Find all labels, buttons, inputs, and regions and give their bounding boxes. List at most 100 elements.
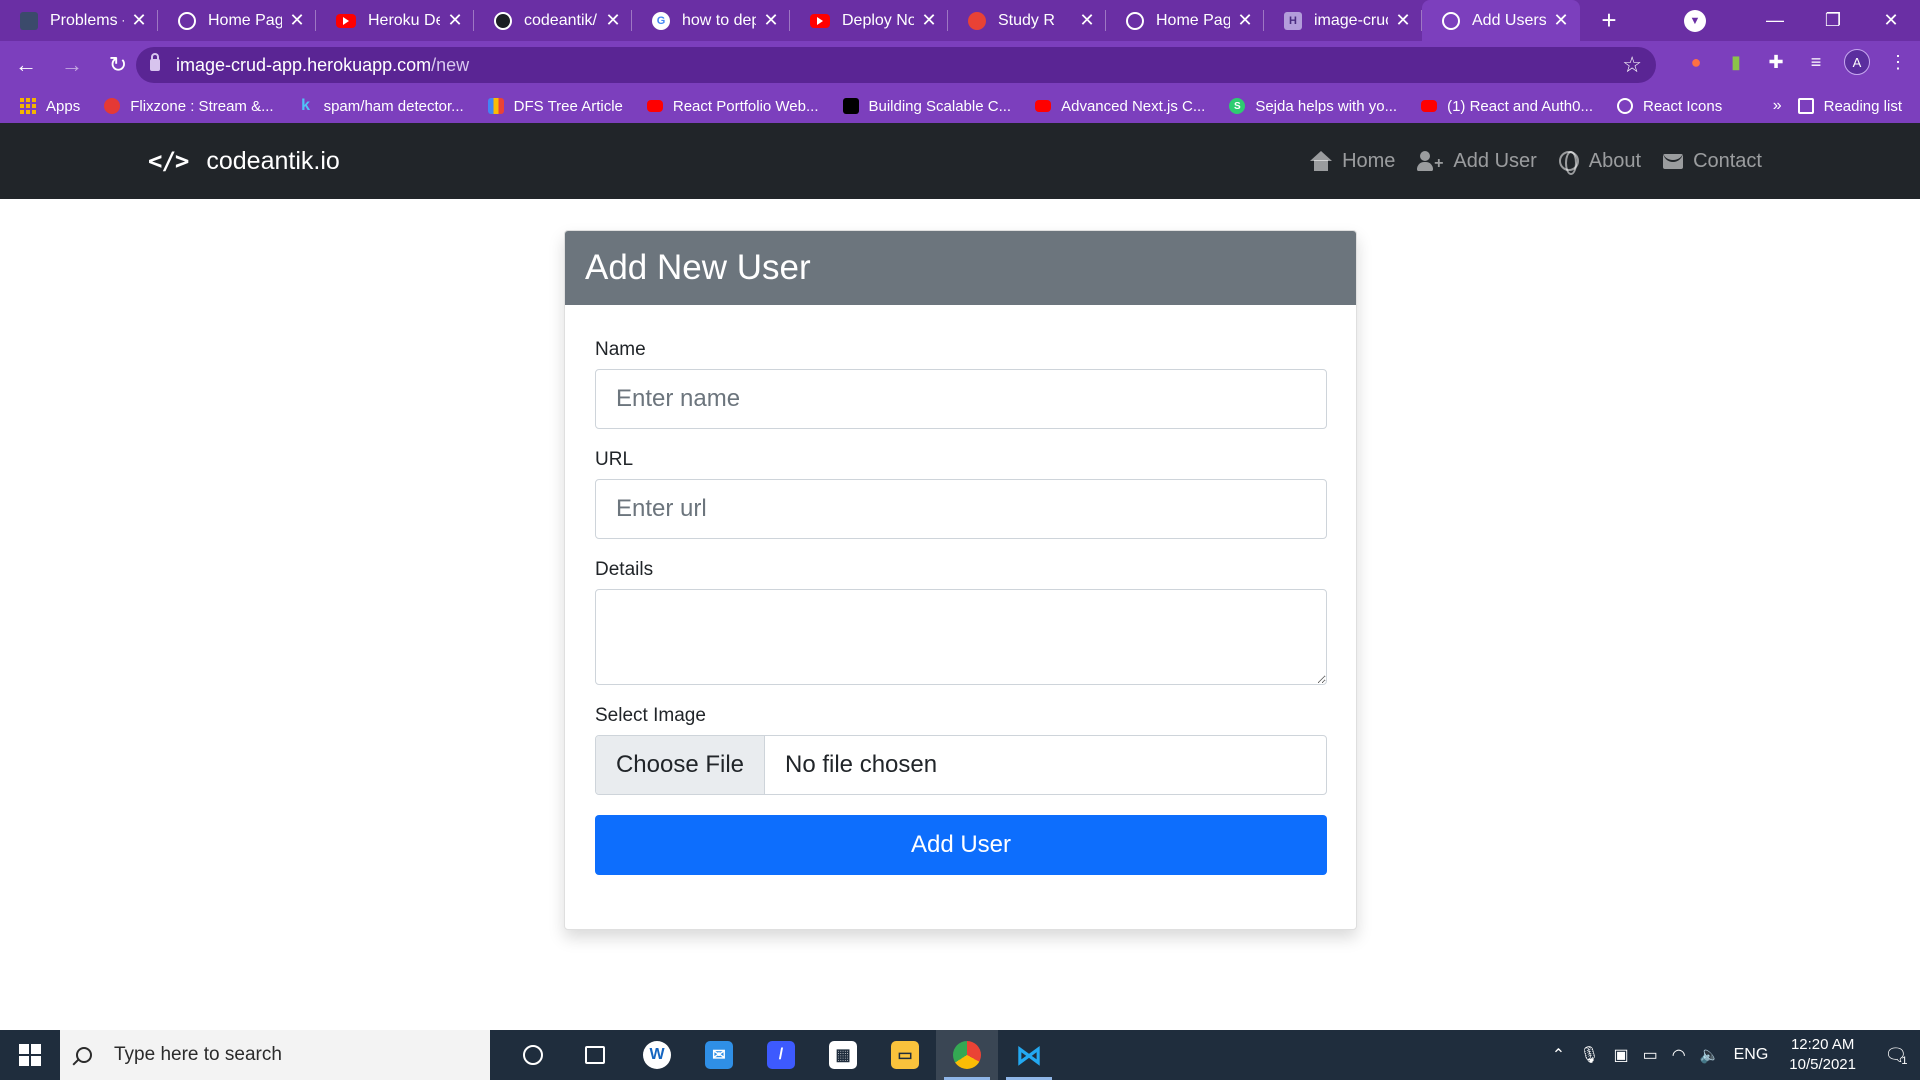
bookmark-item[interactable]: S Sejda helps with yo... [1229, 98, 1397, 115]
start-button[interactable] [0, 1030, 60, 1080]
puzzle-icon[interactable]: ✚ [1764, 50, 1788, 74]
cortana-button[interactable] [502, 1030, 564, 1080]
extension-color-icon[interactable]: ● [1684, 50, 1708, 74]
close-tab-icon[interactable]: ✕ [1552, 10, 1570, 31]
reload-button[interactable]: ↻ [98, 45, 138, 85]
task-view-button[interactable] [564, 1030, 626, 1080]
menu-kebab-icon[interactable]: ⋮ [1886, 50, 1910, 74]
close-tab-icon[interactable]: ✕ [1078, 10, 1096, 31]
tab-title: Home Page [208, 11, 282, 29]
battery-icon[interactable]: ▭ [1643, 1045, 1658, 1065]
app-tray-icon[interactable]: ▣ [1613, 1045, 1628, 1065]
browser-tab[interactable]: Deploy Noc ✕ [790, 0, 948, 41]
bookmark-label: Advanced Next.js C... [1061, 97, 1206, 115]
brand-link[interactable]: </> codeantik.io [148, 123, 340, 199]
notification-button[interactable]: 🗨 1 [1872, 1030, 1920, 1080]
bookmark-item[interactable]: Flixzone : Stream &... [104, 97, 274, 115]
notification-count: 1 [1901, 1055, 1908, 1067]
mail-icon: ✉ [705, 1041, 733, 1069]
user-plus-icon [1417, 151, 1443, 173]
browser-tab[interactable]: H image-cruc ✕ [1264, 0, 1422, 41]
sejda-icon: S [1229, 98, 1246, 114]
browser-tab[interactable]: Heroku Dep ✕ [316, 0, 474, 41]
details-textarea[interactable] [595, 589, 1327, 685]
bookmark-item[interactable]: DFS Tree Article [487, 98, 623, 115]
browser-tab[interactable]: Problems - ✕ [0, 0, 158, 41]
youtube-icon [336, 13, 356, 28]
add-user-button[interactable]: Add User [595, 815, 1327, 875]
avatar[interactable]: A [1844, 49, 1870, 75]
youtube-icon [646, 100, 663, 112]
close-tab-icon[interactable]: ✕ [1236, 10, 1254, 31]
chrome-icon [953, 1041, 981, 1069]
back-button[interactable]: ← [6, 45, 46, 85]
language-indicator[interactable]: ENG [1734, 1046, 1769, 1064]
nav-link-add-user[interactable]: Add User [1417, 150, 1537, 173]
bookmark-item[interactable]: Advanced Next.js C... [1035, 98, 1205, 115]
microphone-icon[interactable]: 🎙 [1579, 1045, 1599, 1065]
name-input[interactable] [595, 369, 1327, 429]
bookmark-item[interactable]: React Icons [1617, 98, 1722, 115]
browser-tab-strip: Problems - ✕ Home Page ✕ Heroku Dep ✕ co… [0, 0, 1920, 41]
close-tab-icon[interactable]: ✕ [920, 10, 938, 31]
lock-icon[interactable] [150, 53, 160, 71]
taskbar-app-mail[interactable]: ✉ [688, 1030, 750, 1080]
close-tab-icon[interactable]: ✕ [446, 10, 464, 31]
google-icon: G [652, 11, 670, 30]
close-tab-icon[interactable]: ✕ [1394, 10, 1412, 31]
taskbar-app-vscode[interactable]: ⋈ [998, 1030, 1060, 1080]
bookmark-label: Flixzone : Stream &... [130, 97, 274, 115]
globe-icon [1617, 98, 1633, 114]
browser-tab[interactable]: Study R ✕ [948, 0, 1106, 41]
youtube-icon [810, 13, 830, 28]
reading-list-button[interactable]: Reading list [1797, 98, 1902, 115]
bookmark-item[interactable]: k spam/ham detector... [298, 97, 464, 115]
browser-tab[interactable]: Home Page ✕ [158, 0, 316, 41]
bar-chart-icon [487, 98, 504, 114]
bookmark-item[interactable]: Building Scalable C... [842, 97, 1012, 115]
taskbar-app-chrome[interactable] [936, 1030, 998, 1080]
close-tab-icon[interactable]: ✕ [762, 10, 780, 31]
bookmarks-overflow-button[interactable]: » [1773, 97, 1782, 115]
nav-link-label: Contact [1693, 149, 1762, 172]
bookmark-label: Building Scalable C... [868, 97, 1012, 115]
browser-tab-active[interactable]: Add Users ✕ [1422, 0, 1580, 41]
bookmark-item[interactable]: (1) React and Auth0... [1421, 98, 1593, 115]
taskbar-app-store[interactable]: ▦ [812, 1030, 874, 1080]
address-bar[interactable]: image-crud-app.herokuapp.com/new ☆ [136, 47, 1656, 83]
wifi-icon[interactable]: ◠ [1672, 1045, 1686, 1065]
choose-file-button[interactable]: Choose File [596, 736, 765, 794]
clock[interactable]: 12:20 AM 10/5/2021 [1789, 1035, 1856, 1075]
restore-button[interactable]: ❐ [1804, 10, 1862, 31]
image-file-input[interactable]: Choose File No file chosen [595, 735, 1327, 795]
taskbar-search[interactable]: Type here to search [60, 1030, 490, 1080]
tab-search-icon[interactable]: ▼ [1684, 9, 1706, 32]
browser-tab[interactable]: G how to dep ✕ [632, 0, 790, 41]
close-tab-icon[interactable]: ✕ [130, 10, 148, 31]
taskbar-app-word[interactable]: W [626, 1030, 688, 1080]
minimize-button[interactable]: — [1746, 10, 1804, 31]
taskbar-app-editor[interactable]: / [750, 1030, 812, 1080]
page-title: Add New User [585, 248, 811, 287]
nav-links: Home Add User About Contact [1310, 123, 1762, 199]
close-window-button[interactable]: ✕ [1862, 10, 1920, 31]
add-user-card: Add New User Name URL Details Select Ima… [564, 230, 1357, 930]
nav-link-contact[interactable]: Contact [1663, 150, 1762, 173]
forward-button[interactable]: → [52, 45, 92, 85]
close-tab-icon[interactable]: ✕ [288, 10, 306, 31]
close-tab-icon[interactable]: ✕ [604, 10, 622, 31]
bookmark-star-icon[interactable]: ☆ [1622, 52, 1642, 78]
browser-tab[interactable]: codeantik/i ✕ [474, 0, 632, 41]
volume-icon[interactable]: 🔈 [1700, 1045, 1720, 1065]
nav-link-home[interactable]: Home [1310, 150, 1395, 173]
new-tab-button[interactable]: + [1594, 0, 1624, 41]
extension-icon[interactable]: ▮ [1724, 50, 1748, 74]
bookmark-apps[interactable]: Apps [20, 98, 80, 115]
nav-link-about[interactable]: About [1558, 150, 1641, 175]
taskbar-app-explorer[interactable]: ▭ [874, 1030, 936, 1080]
url-input[interactable] [595, 479, 1327, 539]
media-control-icon[interactable]: ≡ [1804, 50, 1828, 74]
bookmark-item[interactable]: React Portfolio Web... [646, 98, 819, 115]
chevron-up-icon[interactable]: ⌃ [1552, 1045, 1565, 1065]
browser-tab[interactable]: Home Page ✕ [1106, 0, 1264, 41]
